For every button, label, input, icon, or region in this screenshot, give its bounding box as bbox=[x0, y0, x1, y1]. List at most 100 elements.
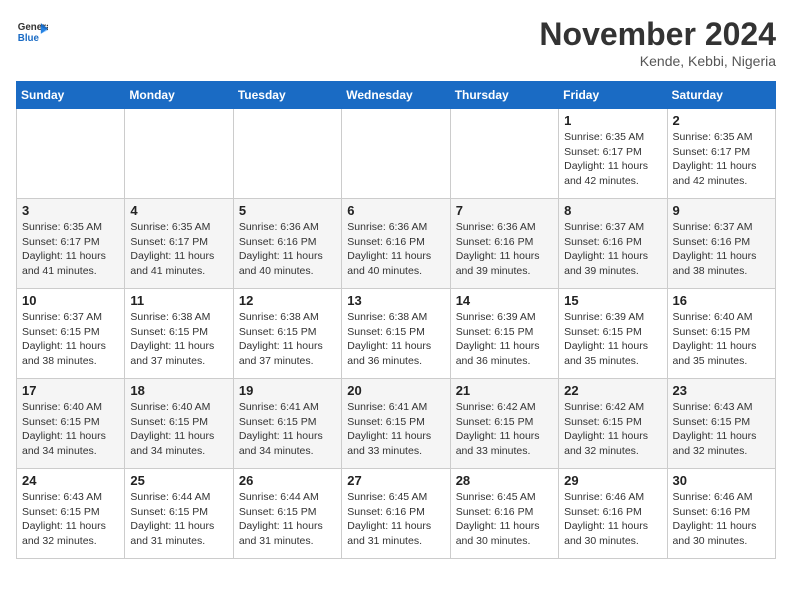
day-number: 24 bbox=[22, 473, 119, 488]
day-info: Sunrise: 6:37 AM Sunset: 6:16 PM Dayligh… bbox=[564, 220, 661, 279]
calendar-day-cell bbox=[17, 109, 125, 199]
calendar-day-cell: 4 Sunrise: 6:35 AM Sunset: 6:17 PM Daylig… bbox=[125, 199, 233, 289]
calendar-header-row: SundayMondayTuesdayWednesdayThursdayFrid… bbox=[17, 82, 776, 109]
day-number: 13 bbox=[347, 293, 444, 308]
day-number: 30 bbox=[673, 473, 770, 488]
day-info: Sunrise: 6:40 AM Sunset: 6:15 PM Dayligh… bbox=[673, 310, 770, 369]
calendar-day-cell: 8 Sunrise: 6:37 AM Sunset: 6:16 PM Daylig… bbox=[559, 199, 667, 289]
calendar-day-cell bbox=[342, 109, 450, 199]
day-info: Sunrise: 6:46 AM Sunset: 6:16 PM Dayligh… bbox=[564, 490, 661, 549]
day-of-week-header: Tuesday bbox=[233, 82, 341, 109]
day-info: Sunrise: 6:43 AM Sunset: 6:15 PM Dayligh… bbox=[22, 490, 119, 549]
calendar-day-cell: 10 Sunrise: 6:37 AM Sunset: 6:15 PM Dayli… bbox=[17, 289, 125, 379]
month-title: November 2024 bbox=[539, 16, 776, 53]
day-number: 19 bbox=[239, 383, 336, 398]
calendar-table: SundayMondayTuesdayWednesdayThursdayFrid… bbox=[16, 81, 776, 559]
day-info: Sunrise: 6:42 AM Sunset: 6:15 PM Dayligh… bbox=[456, 400, 553, 459]
logo-icon: General Blue bbox=[16, 16, 48, 48]
day-info: Sunrise: 6:37 AM Sunset: 6:16 PM Dayligh… bbox=[673, 220, 770, 279]
day-info: Sunrise: 6:42 AM Sunset: 6:15 PM Dayligh… bbox=[564, 400, 661, 459]
calendar-day-cell: 28 Sunrise: 6:45 AM Sunset: 6:16 PM Dayli… bbox=[450, 469, 558, 559]
calendar-week-row: 10 Sunrise: 6:37 AM Sunset: 6:15 PM Dayli… bbox=[17, 289, 776, 379]
calendar-day-cell: 21 Sunrise: 6:42 AM Sunset: 6:15 PM Dayli… bbox=[450, 379, 558, 469]
day-info: Sunrise: 6:35 AM Sunset: 6:17 PM Dayligh… bbox=[673, 130, 770, 189]
day-info: Sunrise: 6:46 AM Sunset: 6:16 PM Dayligh… bbox=[673, 490, 770, 549]
day-number: 10 bbox=[22, 293, 119, 308]
day-number: 9 bbox=[673, 203, 770, 218]
day-number: 3 bbox=[22, 203, 119, 218]
day-number: 4 bbox=[130, 203, 227, 218]
day-number: 18 bbox=[130, 383, 227, 398]
day-of-week-header: Thursday bbox=[450, 82, 558, 109]
day-info: Sunrise: 6:39 AM Sunset: 6:15 PM Dayligh… bbox=[564, 310, 661, 369]
day-info: Sunrise: 6:38 AM Sunset: 6:15 PM Dayligh… bbox=[347, 310, 444, 369]
calendar-day-cell: 9 Sunrise: 6:37 AM Sunset: 6:16 PM Daylig… bbox=[667, 199, 775, 289]
day-info: Sunrise: 6:39 AM Sunset: 6:15 PM Dayligh… bbox=[456, 310, 553, 369]
day-of-week-header: Wednesday bbox=[342, 82, 450, 109]
day-number: 15 bbox=[564, 293, 661, 308]
calendar-day-cell bbox=[233, 109, 341, 199]
day-number: 26 bbox=[239, 473, 336, 488]
day-number: 17 bbox=[22, 383, 119, 398]
day-number: 12 bbox=[239, 293, 336, 308]
day-number: 8 bbox=[564, 203, 661, 218]
day-info: Sunrise: 6:45 AM Sunset: 6:16 PM Dayligh… bbox=[456, 490, 553, 549]
calendar-day-cell: 24 Sunrise: 6:43 AM Sunset: 6:15 PM Dayli… bbox=[17, 469, 125, 559]
day-info: Sunrise: 6:45 AM Sunset: 6:16 PM Dayligh… bbox=[347, 490, 444, 549]
calendar-day-cell: 30 Sunrise: 6:46 AM Sunset: 6:16 PM Dayli… bbox=[667, 469, 775, 559]
calendar-day-cell: 19Sunrise: 6:41 AM Sunset: 6:15 PM Dayli… bbox=[233, 379, 341, 469]
day-number: 14 bbox=[456, 293, 553, 308]
day-number: 29 bbox=[564, 473, 661, 488]
calendar-week-row: 24 Sunrise: 6:43 AM Sunset: 6:15 PM Dayli… bbox=[17, 469, 776, 559]
day-info: Sunrise: 6:37 AM Sunset: 6:15 PM Dayligh… bbox=[22, 310, 119, 369]
calendar-day-cell: 17 Sunrise: 6:40 AM Sunset: 6:15 PM Dayli… bbox=[17, 379, 125, 469]
calendar-week-row: 1 Sunrise: 6:35 AM Sunset: 6:17 PM Daylig… bbox=[17, 109, 776, 199]
day-number: 2 bbox=[673, 113, 770, 128]
day-info: Sunrise: 6:35 AM Sunset: 6:17 PM Dayligh… bbox=[130, 220, 227, 279]
day-info: Sunrise: 6:44 AM Sunset: 6:15 PM Dayligh… bbox=[130, 490, 227, 549]
calendar-day-cell: 2 Sunrise: 6:35 AM Sunset: 6:17 PM Daylig… bbox=[667, 109, 775, 199]
calendar-day-cell: 11 Sunrise: 6:38 AM Sunset: 6:15 PM Dayli… bbox=[125, 289, 233, 379]
svg-text:Blue: Blue bbox=[18, 33, 40, 44]
day-number: 1 bbox=[564, 113, 661, 128]
day-number: 28 bbox=[456, 473, 553, 488]
calendar-day-cell: 20 Sunrise: 6:41 AM Sunset: 6:15 PM Dayli… bbox=[342, 379, 450, 469]
calendar-day-cell: 16Sunrise: 6:40 AM Sunset: 6:15 PM Dayli… bbox=[667, 289, 775, 379]
day-number: 21 bbox=[456, 383, 553, 398]
day-number: 11 bbox=[130, 293, 227, 308]
day-of-week-header: Saturday bbox=[667, 82, 775, 109]
day-info: Sunrise: 6:38 AM Sunset: 6:15 PM Dayligh… bbox=[239, 310, 336, 369]
calendar-day-cell bbox=[125, 109, 233, 199]
day-info: Sunrise: 6:44 AM Sunset: 6:15 PM Dayligh… bbox=[239, 490, 336, 549]
day-info: Sunrise: 6:40 AM Sunset: 6:15 PM Dayligh… bbox=[130, 400, 227, 459]
day-info: Sunrise: 6:38 AM Sunset: 6:15 PM Dayligh… bbox=[130, 310, 227, 369]
calendar-day-cell: 26 Sunrise: 6:44 AM Sunset: 6:15 PM Dayli… bbox=[233, 469, 341, 559]
day-info: Sunrise: 6:40 AM Sunset: 6:15 PM Dayligh… bbox=[22, 400, 119, 459]
calendar-day-cell: 14 Sunrise: 6:39 AM Sunset: 6:15 PM Dayli… bbox=[450, 289, 558, 379]
day-info: Sunrise: 6:41 AM Sunset: 6:15 PM Dayligh… bbox=[347, 400, 444, 459]
day-info: Sunrise: 6:36 AM Sunset: 6:16 PM Dayligh… bbox=[239, 220, 336, 279]
day-number: 20 bbox=[347, 383, 444, 398]
day-number: 27 bbox=[347, 473, 444, 488]
calendar-day-cell: 25Sunrise: 6:44 AM Sunset: 6:15 PM Dayli… bbox=[125, 469, 233, 559]
location: Kende, Kebbi, Nigeria bbox=[539, 53, 776, 69]
calendar-day-cell: 23Sunrise: 6:43 AM Sunset: 6:15 PM Dayli… bbox=[667, 379, 775, 469]
calendar-day-cell: 12 Sunrise: 6:38 AM Sunset: 6:15 PM Dayli… bbox=[233, 289, 341, 379]
title-block: November 2024 Kende, Kebbi, Nigeria bbox=[539, 16, 776, 69]
calendar-day-cell: 18 Sunrise: 6:40 AM Sunset: 6:15 PM Dayli… bbox=[125, 379, 233, 469]
calendar-week-row: 3 Sunrise: 6:35 AM Sunset: 6:17 PM Daylig… bbox=[17, 199, 776, 289]
calendar-day-cell: 15 Sunrise: 6:39 AM Sunset: 6:15 PM Dayli… bbox=[559, 289, 667, 379]
day-number: 5 bbox=[239, 203, 336, 218]
calendar-day-cell: 22Sunrise: 6:42 AM Sunset: 6:15 PM Dayli… bbox=[559, 379, 667, 469]
day-number: 23 bbox=[673, 383, 770, 398]
day-of-week-header: Friday bbox=[559, 82, 667, 109]
calendar-day-cell: 29 Sunrise: 6:46 AM Sunset: 6:16 PM Dayli… bbox=[559, 469, 667, 559]
calendar-week-row: 17 Sunrise: 6:40 AM Sunset: 6:15 PM Dayli… bbox=[17, 379, 776, 469]
day-info: Sunrise: 6:36 AM Sunset: 6:16 PM Dayligh… bbox=[456, 220, 553, 279]
calendar-day-cell: 1Sunrise: 6:35 AM Sunset: 6:17 PM Daylig… bbox=[559, 109, 667, 199]
day-number: 7 bbox=[456, 203, 553, 218]
page-header: General Blue November 2024 Kende, Kebbi,… bbox=[16, 16, 776, 69]
calendar-day-cell: 6Sunrise: 6:36 AM Sunset: 6:16 PM Daylig… bbox=[342, 199, 450, 289]
calendar-day-cell: 5 Sunrise: 6:36 AM Sunset: 6:16 PM Daylig… bbox=[233, 199, 341, 289]
calendar-day-cell: 7 Sunrise: 6:36 AM Sunset: 6:16 PM Daylig… bbox=[450, 199, 558, 289]
